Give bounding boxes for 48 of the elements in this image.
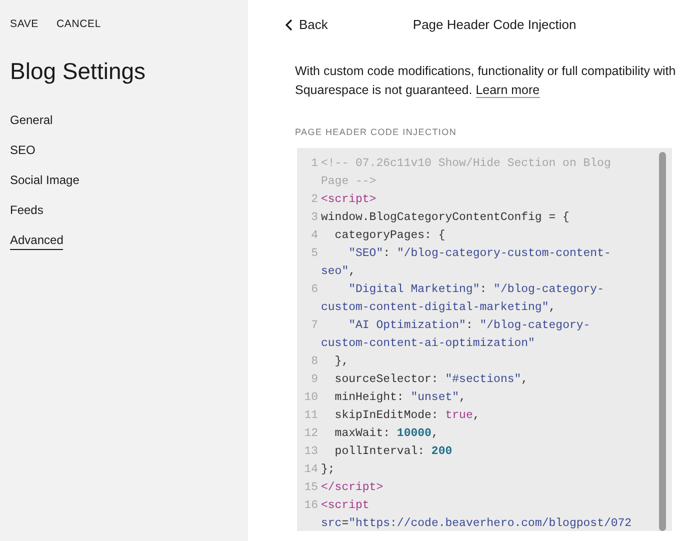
chevron-left-icon	[285, 19, 293, 31]
line-number: 16	[303, 498, 319, 514]
line-number: 13	[303, 444, 319, 460]
learn-more-link[interactable]: Learn more	[476, 83, 540, 98]
code-line: <script>	[321, 192, 376, 208]
code-line: "SEO": "/blog-category-custom-content- seo",	[321, 246, 611, 280]
code-line: <!-- 07.26c11v10 Show/Hide Section on Blog Page -->	[321, 156, 611, 190]
code-line: <script src="https://code.beaverhero.com/blogpost/072	[321, 498, 632, 532]
line-number: 2	[310, 192, 319, 208]
action-button[interactable]: CANCEL	[56, 17, 101, 33]
code-editor[interactable]	[297, 148, 672, 530]
line-number: 15	[303, 480, 319, 496]
action-button[interactable]: SAVE	[10, 17, 38, 33]
line-number: 5	[310, 246, 319, 262]
code-line: "AI Optimization": "/blog-category- custom-content-ai-optimization"	[321, 318, 590, 352]
line-number: 3	[310, 210, 319, 226]
line-number: 14	[303, 462, 319, 478]
line-number: 1	[310, 156, 319, 172]
scrollbar[interactable]	[659, 152, 666, 530]
nav-item[interactable]: SEO	[10, 142, 36, 160]
back-button[interactable]: Back	[285, 15, 328, 35]
code-line: };	[321, 462, 335, 478]
line-number: 11	[303, 408, 319, 424]
code-line: },	[334, 354, 349, 370]
code-line: </script>	[321, 480, 384, 496]
nav-item[interactable]: Advanced	[10, 232, 64, 250]
nav-item[interactable]: Feeds	[10, 202, 44, 220]
line-number: 9	[310, 372, 319, 388]
code-line: skipInEditMode: true,	[334, 408, 480, 424]
nav-item[interactable]: Social Image	[10, 172, 80, 190]
code-line: minHeight: "unset",	[334, 390, 466, 406]
field-label: PAGE HEADER CODE INJECTION	[295, 126, 458, 139]
panel-title: Page Header Code Injection	[412, 16, 576, 34]
code-line: sourceSelector: "#sections",	[334, 372, 528, 388]
line-number: 6	[310, 282, 319, 298]
code-line: pollInterval: 200	[334, 444, 452, 460]
line-number: 4	[310, 228, 319, 244]
code-line: window.BlogCategoryContentConfig = {	[321, 210, 570, 226]
code-line: categoryPages: {	[334, 228, 446, 244]
line-number: 10	[303, 390, 319, 406]
sidebar-title: Blog Settings	[10, 60, 147, 83]
line-number: 8	[310, 354, 319, 370]
code-line: "Digital Marketing": "/blog-category- custom-content-digital-marketing",	[321, 282, 604, 316]
line-number: 7	[310, 318, 319, 334]
line-number: 12	[303, 426, 319, 442]
notice-text: With custom code modifications, functionality or full compatibility with Squarespace is not guaranteed. Learn more	[295, 63, 677, 100]
code-line: maxWait: 10000,	[334, 426, 438, 442]
nav-item[interactable]: General	[10, 112, 53, 130]
